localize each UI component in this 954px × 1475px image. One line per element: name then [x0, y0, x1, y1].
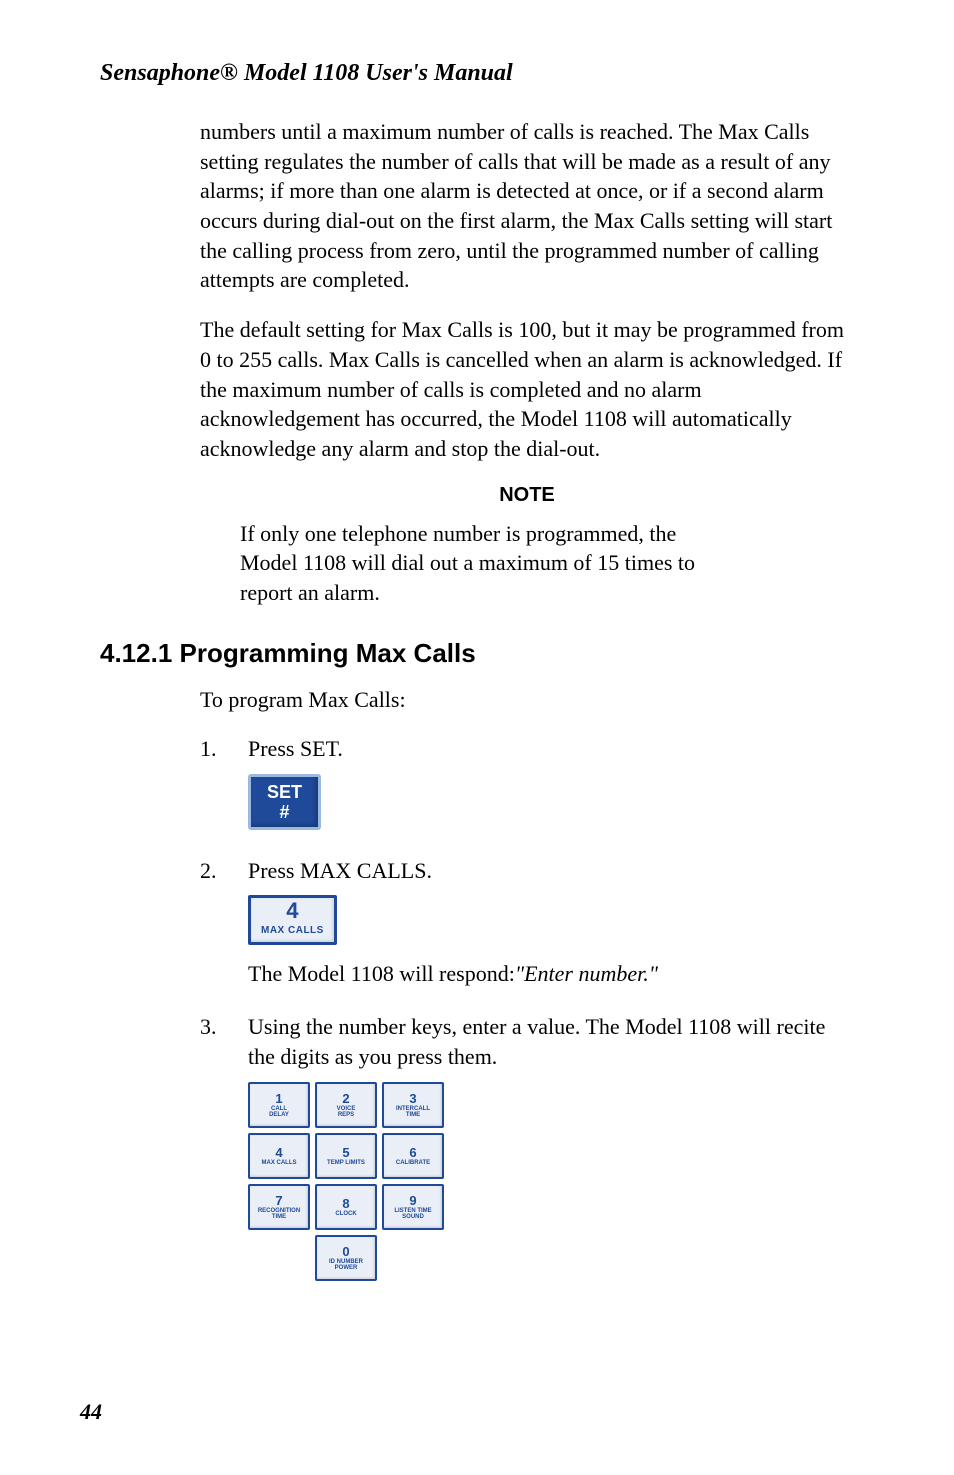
key-3-num: 3: [409, 1092, 416, 1105]
step-3-num: 3.: [200, 1012, 248, 1285]
keypad-row-3: 7 RECOGNITIONTIME 8 CLOCK 9 LISTEN TIMES…: [248, 1184, 444, 1230]
key-0-label: ID NUMBERPOWER: [329, 1259, 363, 1272]
intro-line: To program Max Calls:: [200, 685, 854, 715]
step-1: 1. Press SET. SET #: [200, 734, 854, 843]
note-body: If only one telephone number is programm…: [240, 519, 734, 608]
key-0: 0 ID NUMBERPOWER: [315, 1235, 377, 1281]
section-body: To program Max Calls: 1. Press SET. SET …: [200, 685, 854, 1286]
section-heading: 4.12.1 Programming Max Calls: [100, 638, 854, 669]
key-6-label: CALIBRATE: [396, 1160, 430, 1166]
keypad-graphic: 1 CALLDELAY 2 VOICEREPS 3 INTERCALLTIME: [248, 1082, 444, 1286]
running-head: Sensaphone® Model 1108 User's Manual: [100, 60, 854, 87]
key-7-num: 7: [275, 1194, 282, 1207]
maxcalls-button-graphic: 4 MAX CALLS: [248, 895, 854, 945]
page-container: Sensaphone® Model 1108 User's Manual num…: [0, 0, 954, 1475]
key-2-num: 2: [342, 1092, 349, 1105]
step-2-text: Press MAX CALLS.: [248, 856, 854, 886]
response-quote: "Enter number.": [515, 961, 658, 986]
step-1-content: Press SET. SET #: [248, 734, 854, 843]
key-5-label: TEMP LIMITS: [327, 1160, 365, 1166]
keypad-row-2: 4 MAX CALLS 5 TEMP LIMITS 6 CALIBRATE: [248, 1133, 444, 1179]
key-1-num: 1: [275, 1092, 282, 1105]
key-8: 8 CLOCK: [315, 1184, 377, 1230]
key-1: 1 CALLDELAY: [248, 1082, 310, 1128]
keypad-row-4: 0 ID NUMBERPOWER: [248, 1235, 444, 1281]
response-prefix: The Model 1108 will respond:: [248, 961, 515, 986]
step-2-response: The Model 1108 will respond:"Enter numbe…: [248, 959, 854, 989]
key-6: 6 CALIBRATE: [382, 1133, 444, 1179]
key-4-num: 4: [275, 1146, 282, 1159]
step-3: 3. Using the number keys, enter a value.…: [200, 1012, 854, 1285]
step-list: 1. Press SET. SET # 2. Press MAX CALLS.: [200, 734, 854, 1286]
body-text-block: numbers until a maximum number of calls …: [200, 117, 854, 608]
step-2: 2. Press MAX CALLS. 4 MAX CALLS The Mode…: [200, 856, 854, 1001]
key-2: 2 VOICEREPS: [315, 1082, 377, 1128]
step-1-num: 1.: [200, 734, 248, 843]
keypad-row-1: 1 CALLDELAY 2 VOICEREPS 3 INTERCALLTIME: [248, 1082, 444, 1128]
step-1-text: Press SET.: [248, 734, 854, 764]
key-9-num: 9: [409, 1194, 416, 1207]
paragraph-2: The default setting for Max Calls is 100…: [200, 315, 854, 463]
key-5-num: 5: [342, 1146, 349, 1159]
step-2-num: 2.: [200, 856, 248, 1001]
key-7: 7 RECOGNITIONTIME: [248, 1184, 310, 1230]
set-button: SET #: [248, 774, 321, 830]
maxcalls-button: 4 MAX CALLS: [248, 895, 337, 945]
key-8-num: 8: [342, 1197, 349, 1210]
step-3-content: Using the number keys, enter a value. Th…: [248, 1012, 854, 1285]
key-4-label: MAX CALLS: [262, 1160, 297, 1166]
key-9-label: LISTEN TIMESOUND: [394, 1208, 431, 1221]
key-2-label: VOICEREPS: [337, 1106, 356, 1119]
step-3-text: Using the number keys, enter a value. Th…: [248, 1012, 854, 1071]
key-6-num: 6: [409, 1146, 416, 1159]
key-0-num: 0: [342, 1245, 349, 1258]
key-1-label: CALLDELAY: [269, 1106, 289, 1119]
key-5: 5 TEMP LIMITS: [315, 1133, 377, 1179]
set-button-graphic: SET #: [248, 774, 854, 830]
key-4: 4 MAX CALLS: [248, 1133, 310, 1179]
maxcalls-button-num: 4: [261, 900, 324, 922]
set-button-label-1: SET: [267, 783, 302, 803]
key-8-label: CLOCK: [335, 1211, 356, 1217]
page-number: 44: [80, 1399, 102, 1425]
note-heading: NOTE: [200, 484, 854, 507]
key-9: 9 LISTEN TIMESOUND: [382, 1184, 444, 1230]
set-button-label-2: #: [267, 803, 302, 823]
step-2-content: Press MAX CALLS. 4 MAX CALLS The Model 1…: [248, 856, 854, 1001]
key-7-label: RECOGNITIONTIME: [258, 1208, 300, 1221]
key-3-label: INTERCALLTIME: [396, 1106, 430, 1119]
maxcalls-button-label: MAX CALLS: [261, 924, 324, 938]
key-3: 3 INTERCALLTIME: [382, 1082, 444, 1128]
paragraph-1: numbers until a maximum number of calls …: [200, 117, 854, 295]
